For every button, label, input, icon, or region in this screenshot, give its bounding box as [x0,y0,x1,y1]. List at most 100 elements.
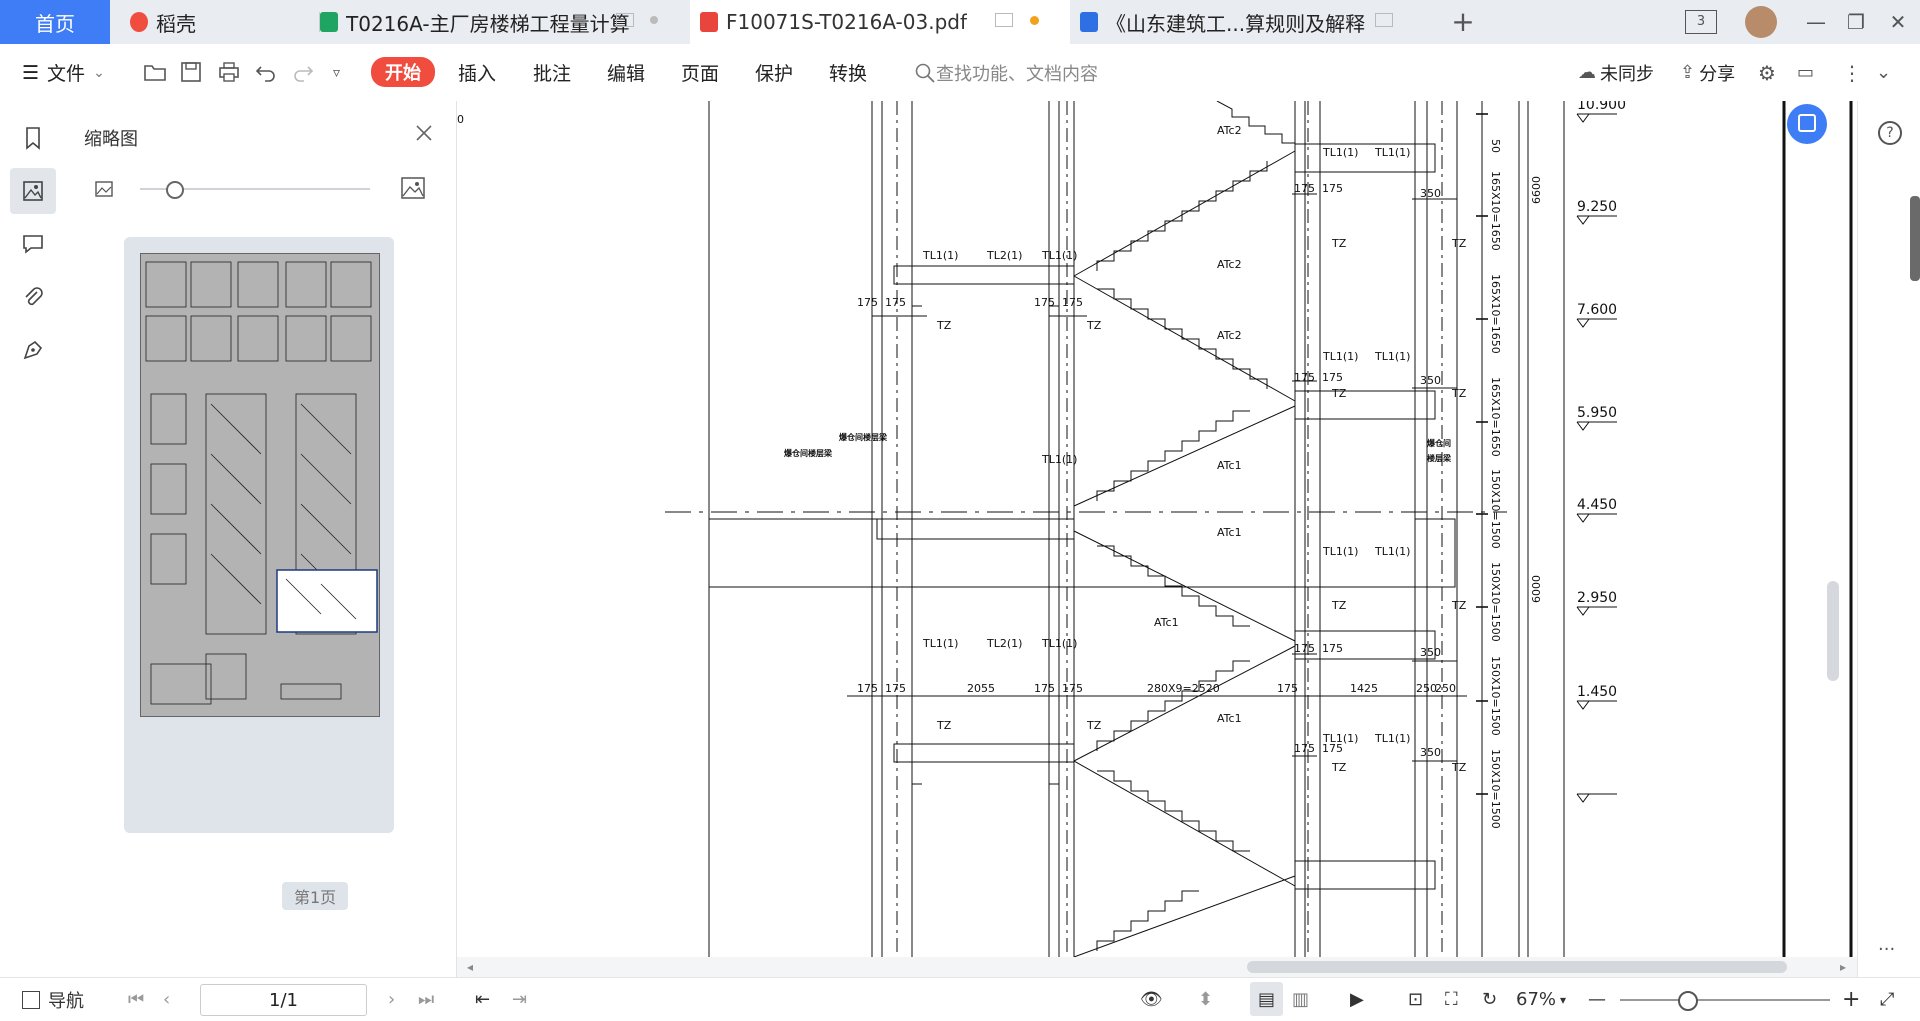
menu-start[interactable]: 开始 [371,57,435,87]
label-tl11-g: TL1(1) [1041,453,1077,466]
attachment-button[interactable] [10,274,56,320]
large-image-icon[interactable] [400,175,426,201]
first-page-icon[interactable]: ⏮ [128,978,144,1021]
horizontal-scrollbar[interactable]: ◂ ▸ [457,957,1857,977]
label-tz-k: TZ [1331,761,1347,774]
minimize-button[interactable]: — [1803,10,1829,34]
signature-button[interactable] [10,327,56,373]
zoom-slider[interactable] [1620,999,1830,1001]
undo-icon[interactable] [253,59,279,85]
back-icon[interactable]: ⇤ [475,978,490,1021]
eye-protection-icon[interactable]: 👁 [1140,978,1163,1021]
quick-access-dropdown-icon[interactable]: ▿ [333,44,340,101]
label-tz-e: TZ [1331,387,1347,400]
menu-annotate[interactable]: 批注 [533,44,571,101]
label-tz-d: TZ [1086,319,1102,332]
avatar[interactable] [1745,6,1777,38]
close-window-button[interactable]: ✕ [1885,10,1911,34]
bottom-dim-1: 175 [857,682,878,695]
side-panel-handle[interactable] [1910,196,1920,281]
actual-size-icon[interactable]: ⊡ [1408,978,1423,1021]
share-button[interactable]: ⇪ 分享 [1680,44,1735,101]
next-page-icon[interactable]: › [388,978,395,1021]
menu-convert[interactable]: 转换 [829,44,867,101]
dim-175-i: 175 [1294,642,1315,655]
tab-home[interactable]: 首页 [0,0,110,44]
menu-page-label: 页面 [681,63,720,85]
forward-icon[interactable]: ⇥ [512,978,527,1021]
menu-page[interactable]: 页面 [681,44,719,101]
dim-175-k: 175 [1294,742,1315,755]
menu-protect[interactable]: 保护 [755,44,793,101]
zoom-out-icon[interactable]: — [1588,978,1606,1021]
tab-docer[interactable]: 稻壳 [110,0,320,44]
vdim-1: 165X10=1650 [1489,171,1502,251]
label-tl11-c: TL1(1) [922,249,958,262]
scroll-left-icon[interactable]: ◂ [467,960,473,974]
prev-page-icon[interactable]: ‹ [163,978,170,1021]
thumbnail-button[interactable] [10,168,56,214]
more-vertical-icon[interactable]: ⋮ [1842,44,1862,101]
elevation-4-450: 4.450 [1577,497,1617,513]
restore-button[interactable]: ❐ [1843,10,1869,34]
drawing-edge-mark: 0 [457,113,464,126]
open-folder-icon[interactable] [142,59,168,85]
tab-pdf[interactable]: F10071S-T0216A-03.pdf [690,0,1070,44]
left-rail [0,101,67,977]
bookmark-button[interactable] [10,115,56,161]
settings-gear-icon[interactable]: ⚙ [1758,44,1776,101]
label-tl21-b: TL2(1) [986,637,1022,650]
slider-knob[interactable] [166,181,184,199]
last-page-icon[interactable]: ⏭ [418,978,434,1021]
vertical-scrollbar-thumb[interactable] [1827,581,1839,681]
page-number-input[interactable]: 1/1 [200,984,367,1016]
window-count-button[interactable]: 3 [1685,10,1717,34]
continuous-view-icon[interactable]: ⬍ [1198,978,1213,1021]
fit-page-icon[interactable]: ⛶ [1445,978,1458,1021]
file-menu[interactable]: ☰ 文件 ⌄ [22,44,105,101]
note-right-b: 楼层梁 [1427,453,1452,463]
navigation-toggle[interactable]: 导航 [22,978,84,1021]
save-icon[interactable] [178,59,204,85]
rotate-icon[interactable]: ↻ [1482,978,1497,1021]
menu-insert[interactable]: 插入 [458,44,496,101]
single-page-icon[interactable]: ▤ [1250,982,1284,1016]
close-icon[interactable] [412,121,436,145]
hamburger-icon: ☰ [22,61,40,84]
help-icon[interactable]: ? [1878,121,1902,145]
cloud-sync-icon: ☁ [1578,62,1596,83]
small-image-icon[interactable] [94,179,114,199]
search-input[interactable]: 查找功能、文档内容 [914,58,1098,88]
label-tl11-f: TL1(1) [1374,350,1410,363]
fullscreen-icon[interactable]: ⤢ [1880,978,1894,1021]
zoom-in-icon[interactable]: + [1842,978,1860,1021]
horizontal-scrollbar-thumb[interactable] [1247,961,1787,973]
print-icon[interactable] [216,59,242,85]
new-tab-button[interactable]: + [1450,8,1476,36]
status-bar: 导航 ⏮ ‹ 1/1 › ⏭ ⇤ ⇥ 👁 ⬍ ▤ ▥ ▶ ⊡ ⛶ ↻ 67% ▾… [0,977,1920,1021]
dim-350-a: 350 [1420,187,1441,200]
document-viewport[interactable]: 0 10.900 9.250 7.600 5.950 4.450 2.950 1… [457,101,1857,957]
sync-button[interactable]: ☁ 未同步 [1578,44,1654,101]
play-slideshow-icon[interactable]: ▶ [1350,978,1364,1021]
page-thumbnail-card[interactable]: 第1页 [124,237,394,910]
redo-icon[interactable] [290,59,316,85]
label-atc1-b: ATc1 [1217,526,1242,539]
label-tl11-e: TL1(1) [1322,350,1358,363]
zoom-dropdown[interactable]: 67% ▾ [1516,978,1566,1021]
scroll-right-icon[interactable]: ▸ [1840,960,1846,974]
dim-175-j: 175 [1322,642,1343,655]
tab-word[interactable]: 《山东建筑工...算规则及解释 [1070,0,1445,44]
menu-edit[interactable]: 编辑 [607,44,645,101]
tab-spreadsheet[interactable]: T0216A-主厂房楼梯工程量计算 [300,0,700,44]
floating-translate-button[interactable] [1787,104,1827,144]
collapse-ribbon-icon[interactable]: ⌄ [1876,44,1891,101]
comments-panel-button[interactable] [10,221,56,267]
label-tz-b: TZ [1451,237,1467,250]
zoom-slider-knob[interactable] [1678,991,1698,1011]
tab-bar: 首页 稻壳 T0216A-主厂房楼梯工程量计算 F10071S-T0216A-0… [0,0,1920,44]
more-horizontal-icon[interactable]: ··· [1878,939,1895,960]
two-page-icon[interactable]: ▥ [1292,978,1309,1021]
comment-bubble-icon[interactable]: ▭ [1797,44,1814,101]
dim-175-c: 175 [857,296,878,309]
